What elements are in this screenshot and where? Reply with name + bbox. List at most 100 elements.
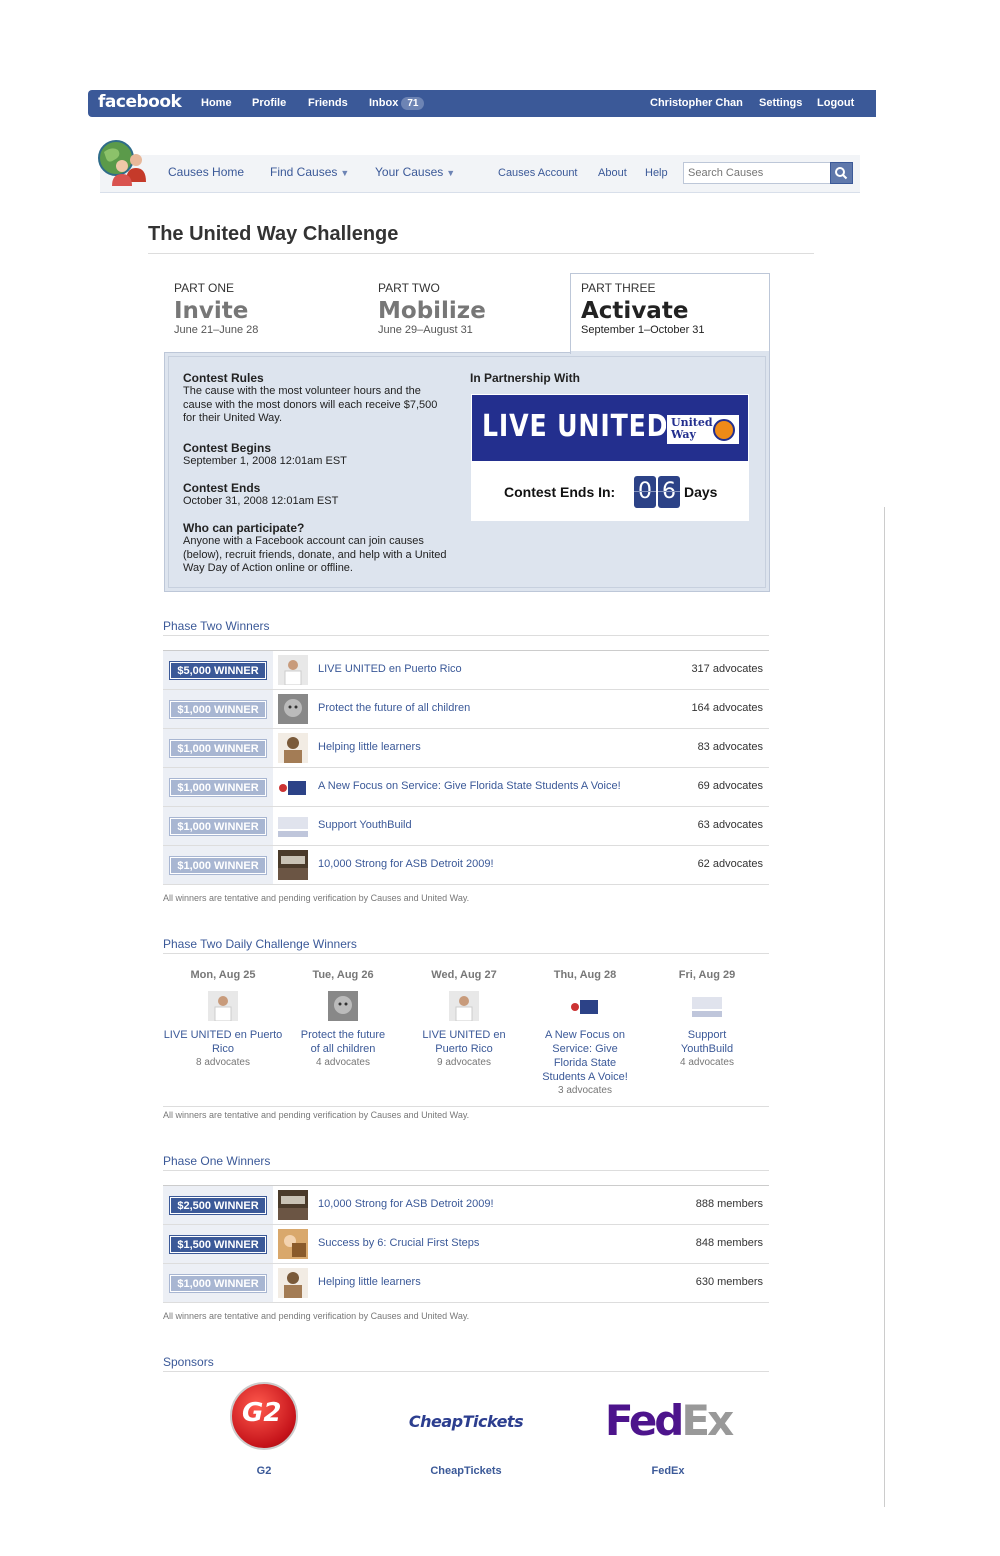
contest-ends-text: October 31, 2008 12:01am EST (183, 495, 339, 507)
united-way-hand-icon (713, 419, 735, 441)
cause-thumbnail[interactable] (449, 991, 479, 1021)
live-united-banner[interactable]: LIVE UNITED United Way (471, 394, 749, 462)
cause-link[interactable]: Helping little learners (318, 1276, 421, 1288)
help-link[interactable]: Help (645, 167, 668, 179)
contest-rules-text: The cause with the most volunteer hours … (183, 385, 438, 424)
cause-link[interactable]: A New Focus on Service: Give Florida Sta… (318, 780, 621, 792)
sponsor-label[interactable]: G2 (194, 1465, 334, 1477)
page-title: The United Way Challenge (148, 223, 399, 245)
cause-thumbnail[interactable] (208, 991, 238, 1021)
advocate-count: 62 advocates (697, 858, 763, 870)
phase-two-winners-table: $5,000 WINNER LIVE UNITED en Puerto Rico… (163, 650, 769, 885)
cause-link[interactable]: Protect the future of all children (283, 1028, 403, 1056)
cause-thumbnail[interactable] (692, 991, 722, 1021)
part-dates: June 29–August 31 (378, 324, 473, 336)
day-label: Fri, Aug 29 (678, 969, 736, 981)
nav-logout[interactable]: Logout (817, 90, 854, 117)
advocate-count: 164 advocates (691, 702, 763, 714)
daily-winner-item: Wed, Aug 27 LIVE UNITED en Puerto Rico 9… (404, 962, 524, 1070)
winner-badge: $1,000 WINNER (169, 700, 267, 719)
daily-winner-item: Thu, Aug 28 A New Focus on Service: Give… (525, 962, 645, 1098)
title-divider (148, 253, 814, 254)
sponsor-label[interactable]: CheapTickets (396, 1465, 536, 1477)
advocate-count: 63 advocates (697, 819, 763, 831)
facebook-logo[interactable]: facebook (98, 92, 182, 112)
nav-inbox-label: Inbox (369, 97, 399, 109)
cause-thumbnail[interactable] (278, 1190, 308, 1220)
nav-inbox[interactable]: Inbox 71 (369, 90, 425, 117)
about-link[interactable]: About (598, 167, 627, 179)
nav-profile[interactable]: Profile (252, 90, 286, 117)
cause-link[interactable]: Helping little learners (318, 741, 421, 753)
your-causes-label: Your Causes (375, 165, 444, 179)
cause-thumbnail[interactable] (278, 1229, 308, 1259)
top-bar-edge (874, 90, 878, 117)
cause-link[interactable]: Support YouthBuild (318, 819, 412, 831)
verification-note: All winners are tentative and pending ve… (163, 893, 470, 903)
part-label: PART ONE (174, 281, 235, 295)
part-name: Invite (174, 298, 249, 324)
table-row: $1,000 WINNER Support YouthBuild 63 advo… (163, 807, 769, 846)
advocate-count: 83 advocates (697, 741, 763, 753)
partnership-heading: In Partnership With (470, 371, 580, 385)
daily-winner-item: Fri, Aug 29 Support YouthBuild 4 advocat… (647, 962, 767, 1070)
section-divider (163, 635, 769, 636)
winner-badge: $1,000 WINNER (169, 778, 267, 797)
cause-link[interactable]: 10,000 Strong for ASB Detroit 2009! (318, 1198, 494, 1210)
cause-thumbnail[interactable] (278, 694, 308, 724)
winner-badge: $1,000 WINNER (169, 856, 267, 875)
winner-badge: $1,500 WINNER (169, 1235, 267, 1254)
member-count: 888 members (695, 1198, 763, 1210)
section-divider (163, 1106, 769, 1107)
cause-link[interactable]: A New Focus on Service: Give Florida Sta… (525, 1028, 645, 1084)
countdown-digit: 6 (658, 476, 680, 508)
causes-logo-icon[interactable] (98, 138, 150, 188)
sponsor-label[interactable]: FedEx (598, 1465, 738, 1477)
countdown-label: Contest Ends In: (504, 484, 616, 500)
tab-part-one[interactable]: PART ONE Invite June 21–June 28 (174, 281, 258, 336)
cause-thumbnail[interactable] (278, 733, 308, 763)
cause-thumbnail[interactable] (278, 1268, 308, 1298)
your-causes-menu[interactable]: Your Causes ▼ (375, 165, 455, 179)
cause-thumbnail[interactable] (278, 772, 308, 802)
search-causes-input[interactable] (683, 162, 831, 184)
cause-link[interactable]: LIVE UNITED en Puerto Rico (163, 1028, 283, 1056)
tab-part-three-content[interactable]: PART THREE Activate September 1–October … (581, 281, 705, 336)
table-row: $1,000 WINNER 10,000 Strong for ASB Detr… (163, 846, 769, 885)
united-way-logo-text: United Way (671, 416, 713, 441)
chevron-down-icon: ▼ (340, 168, 350, 178)
who-participate-heading: Who can participate? (183, 521, 305, 535)
cause-link[interactable]: Support YouthBuild (647, 1028, 767, 1056)
nav-settings[interactable]: Settings (759, 90, 802, 117)
nav-friends[interactable]: Friends (308, 90, 348, 117)
cause-link[interactable]: 10,000 Strong for ASB Detroit 2009! (318, 858, 494, 870)
cause-thumbnail[interactable] (278, 811, 308, 841)
cause-thumbnail[interactable] (278, 850, 308, 880)
g2-logo: G2 (230, 1382, 298, 1450)
cause-link[interactable]: LIVE UNITED en Puerto Rico (318, 663, 462, 675)
find-causes-menu[interactable]: Find Causes ▼ (270, 165, 349, 179)
day-label: Mon, Aug 25 (190, 969, 256, 981)
sponsor-fedex[interactable]: FedEx FedEx (598, 1382, 738, 1477)
sponsor-g2[interactable]: G2 G2 (194, 1382, 334, 1477)
daily-winners-grid: Mon, Aug 25 LIVE UNITED en Puerto Rico 8… (163, 962, 769, 1106)
tab-part-two[interactable]: PART TWO Mobilize June 29–August 31 (378, 281, 486, 336)
search-button[interactable] (830, 162, 853, 184)
contest-rules-heading: Contest Rules (183, 371, 264, 385)
nav-home[interactable]: Home (201, 90, 232, 117)
causes-home-link[interactable]: Causes Home (168, 165, 244, 179)
cause-link[interactable]: LIVE UNITED en Puerto Rico (404, 1028, 524, 1056)
cause-thumbnail[interactable] (278, 655, 308, 685)
sponsor-cheaptickets[interactable]: CheapTickets CheapTickets (396, 1382, 536, 1477)
cause-link[interactable]: Success by 6: Crucial First Steps (318, 1237, 479, 1249)
cause-thumbnail[interactable] (328, 991, 358, 1021)
section-divider (163, 1170, 769, 1171)
cause-thumbnail[interactable] (570, 991, 600, 1021)
cause-link[interactable]: Protect the future of all children (318, 702, 470, 714)
nav-user-name[interactable]: Christopher Chan (650, 90, 743, 117)
who-participate-text: Anyone with a Facebook account can join … (183, 535, 447, 574)
inbox-count-badge: 71 (401, 97, 425, 110)
phase-one-heading: Phase One Winners (163, 1154, 271, 1168)
daily-winner-item: Tue, Aug 26 Protect the future of all ch… (283, 962, 403, 1070)
causes-account-link[interactable]: Causes Account (498, 167, 578, 179)
